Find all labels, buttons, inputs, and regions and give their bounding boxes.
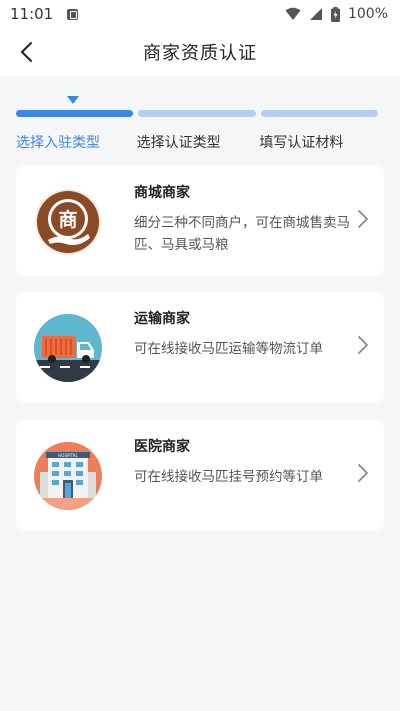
card-description: 可在线接收马匹挂号预约等订单 [134,469,323,485]
shop-glyph: 商 [58,208,77,231]
page-title: 商家资质认证 [143,43,257,64]
step-label-select-cert-type: 选择认证类型 [136,135,221,151]
step-label-select-entry-type: 选择入驻类型 [16,135,100,151]
chevron-right-icon [358,464,368,482]
hospital-sign: HOSPITAL [58,453,78,458]
step-label-fill-materials: 填写认证材料 [259,135,344,151]
notification-icon [67,8,79,20]
card-shop-merchant[interactable]: 商 商城商家 细分三种不同商户，可在商城售卖马匹、马具或马粮 [16,166,384,276]
step-bar-2 [138,110,256,117]
step-labels: 选择入驻类型 选择认证类型 填写认证材料 [16,132,378,152]
chevron-right-icon [358,336,368,354]
hospital-icon: HOSPITAL [34,442,102,510]
card-title: 运输商家 [134,311,190,327]
card-title: 医院商家 [134,439,190,455]
step-current-marker-icon [67,96,79,104]
back-button[interactable] [10,36,42,68]
card-hospital-merchant[interactable]: HOSPITAL 医院商家 可在线接收马匹挂号预约等订单 [16,420,384,530]
status-right: 100% [285,6,388,22]
battery-percent: 100% [347,6,388,22]
chevron-left-icon [21,42,32,62]
truck-icon [34,314,102,382]
status-bar: 11:01 100% [0,0,400,28]
card-description: 细分三种不同商户，可在商城售卖马匹、马具或马粮 [134,215,350,253]
shop-merchant-icon: 商 [35,189,101,255]
card-title: 商城商家 [134,185,190,201]
status-left: 11:01 [10,5,79,23]
signal-icon [309,8,322,20]
card-description: 可在线接收马匹运输等物流订单 [134,341,323,357]
step-bar-3 [260,110,378,117]
card-transport-merchant[interactable]: 运输商家 可在线接收马匹运输等物流订单 [16,292,384,402]
step-bar-1 [16,110,134,117]
step-progress-bars [16,110,378,117]
header: 商家资质认证 [0,28,400,76]
battery-icon [330,6,340,22]
wifi-icon [285,7,301,20]
status-time: 11:01 [10,5,54,23]
step-indicator: 选择入驻类型 选择认证类型 填写认证材料 [16,96,378,156]
chevron-right-icon [358,210,368,228]
